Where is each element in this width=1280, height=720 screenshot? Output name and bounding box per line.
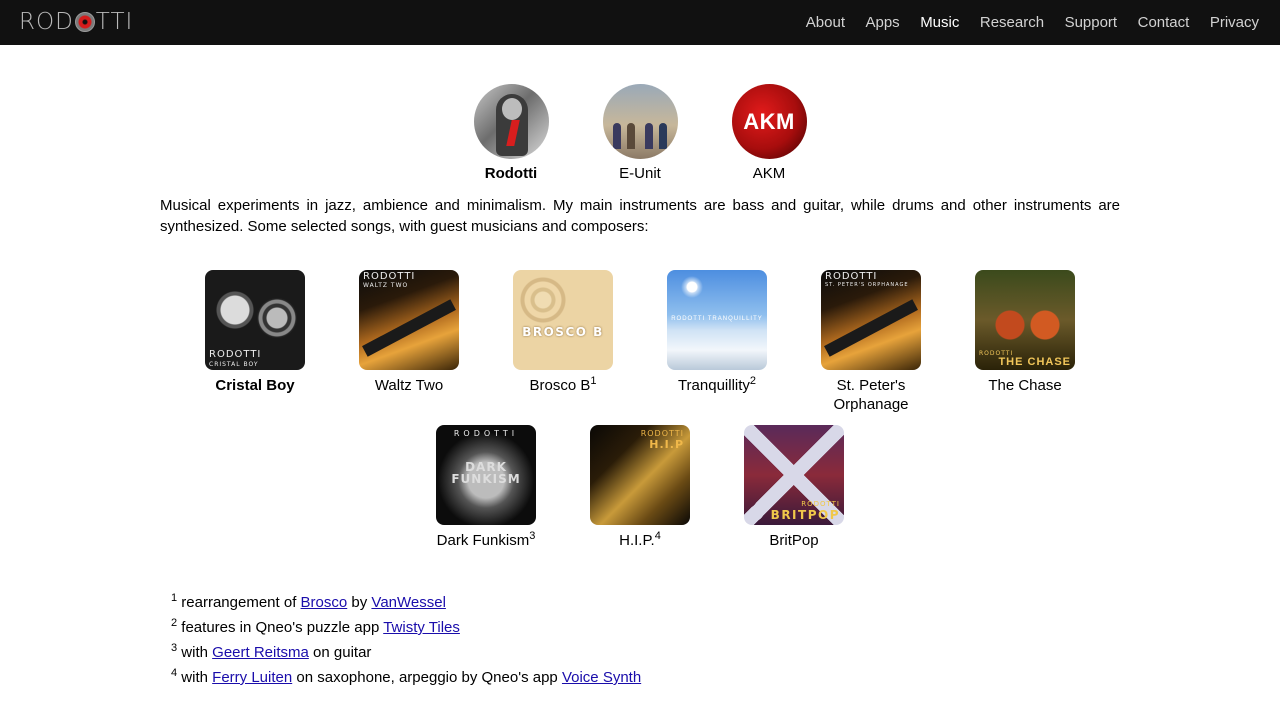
album-title: H.I.P.4	[619, 530, 661, 550]
nav-support[interactable]: Support	[1065, 14, 1118, 31]
site-logo[interactable]: ROD TTI	[19, 10, 133, 34]
twisty-tiles-link[interactable]: Twisty Tiles	[383, 619, 460, 636]
vanwessel-link[interactable]: VanWessel	[371, 594, 445, 611]
album-cover: BROSCO B	[513, 270, 613, 370]
album-title: Waltz Two	[374, 377, 444, 394]
artist-akm[interactable]: AKM AKM	[714, 84, 824, 182]
top-navbar: ROD TTI About Apps Music Research Suppor…	[0, 0, 1280, 45]
album-title: The Chase	[988, 377, 1062, 394]
album-cover: RODOTTI DARK FUNKISM	[436, 425, 536, 525]
artist-name: E-Unit	[619, 165, 661, 182]
footnote-marker: 1	[590, 375, 597, 387]
footnote-marker: 2	[749, 375, 757, 387]
album-title: Tranquillity2	[677, 375, 757, 395]
e-unit-avatar	[602, 84, 678, 159]
logo-text-left: ROD	[19, 9, 74, 35]
footnote-1: 1 rearrangement of Brosco by VanWessel	[171, 592, 446, 612]
main-nav: About Apps Music Research Support Contac…	[785, 0, 1259, 45]
album-cover: RODOTTI CRISTAL BOY	[205, 270, 305, 370]
album-cristal-boy[interactable]: RODOTTI CRISTAL BOY Cristal Boy	[180, 270, 330, 395]
album-britpop[interactable]: RODOTTI BRITPOP BritPop	[719, 425, 869, 550]
album-hip[interactable]: RODOTTI H.I.P H.I.P.4	[565, 425, 715, 550]
album-tranquillity[interactable]: RODOTTI TRANQUILLITY Tranquillity2	[642, 270, 792, 395]
rodotti-avatar	[473, 84, 549, 159]
album-st-peters-orphanage[interactable]: RODOTTI ST. PETER'S ORPHANAGE St. Peter'…	[796, 270, 946, 414]
artist-e-unit[interactable]: E-Unit	[585, 84, 695, 182]
album-brosco-b[interactable]: BROSCO B Brosco B1	[488, 270, 638, 395]
footnote-marker: 4	[654, 530, 661, 542]
album-cover: RODOTTI WALTZ TWO	[359, 270, 459, 370]
album-cover: RODOTTI THE CHASE	[975, 270, 1075, 370]
album-waltz-two[interactable]: RODOTTI WALTZ TWO Waltz Two	[334, 270, 484, 395]
nav-about[interactable]: About	[806, 14, 845, 31]
akm-avatar: AKM	[731, 84, 807, 159]
vinyl-disc-icon	[74, 12, 95, 32]
artist-name: AKM	[752, 165, 786, 182]
album-cover: RODOTTI ST. PETER'S ORPHANAGE	[821, 270, 921, 370]
footnote-3: 3 with Geert Reitsma on guitar	[171, 642, 372, 662]
footnote-2: 2 features in Qneo's puzzle app Twisty T…	[171, 617, 460, 637]
album-the-chase[interactable]: RODOTTI THE CHASE The Chase	[950, 270, 1100, 395]
nav-apps[interactable]: Apps	[865, 14, 899, 31]
album-cover: RODOTTI TRANQUILLITY	[667, 270, 767, 370]
brosco-link[interactable]: Brosco	[301, 594, 348, 611]
footnote-marker: 3	[529, 530, 536, 542]
album-title: Cristal Boy	[215, 377, 295, 394]
album-title: Brosco B1	[529, 375, 597, 395]
artist-rodotti[interactable]: Rodotti	[456, 84, 566, 182]
nav-research[interactable]: Research	[980, 14, 1044, 31]
album-cover: RODOTTI BRITPOP	[744, 425, 844, 525]
nav-contact[interactable]: Contact	[1138, 14, 1190, 31]
album-title: BritPop	[769, 532, 819, 549]
album-title: Dark Funkism3	[436, 530, 536, 550]
nav-music[interactable]: Music	[920, 14, 959, 31]
ferry-luiten-link[interactable]: Ferry Luiten	[212, 669, 292, 686]
akm-avatar-text: AKM	[743, 109, 795, 134]
intro-text: Musical experiments in jazz, ambience an…	[160, 197, 1120, 235]
footnote-4: 4 with Ferry Luiten on saxophone, arpegg…	[171, 667, 642, 687]
footnotes: 1 rearrangement of Brosco by VanWessel 2…	[171, 590, 641, 690]
nav-privacy[interactable]: Privacy	[1210, 14, 1259, 31]
artist-name: Rodotti	[484, 165, 538, 182]
geert-reitsma-link[interactable]: Geert Reitsma	[212, 644, 309, 661]
album-dark-funkism[interactable]: RODOTTI DARK FUNKISM Dark Funkism3	[411, 425, 561, 550]
album-cover: RODOTTI H.I.P	[590, 425, 690, 525]
album-title: St. Peter's Orphanage	[833, 377, 909, 413]
voice-synth-link[interactable]: Voice Synth	[562, 669, 641, 686]
logo-text-right: TTI	[95, 9, 134, 35]
